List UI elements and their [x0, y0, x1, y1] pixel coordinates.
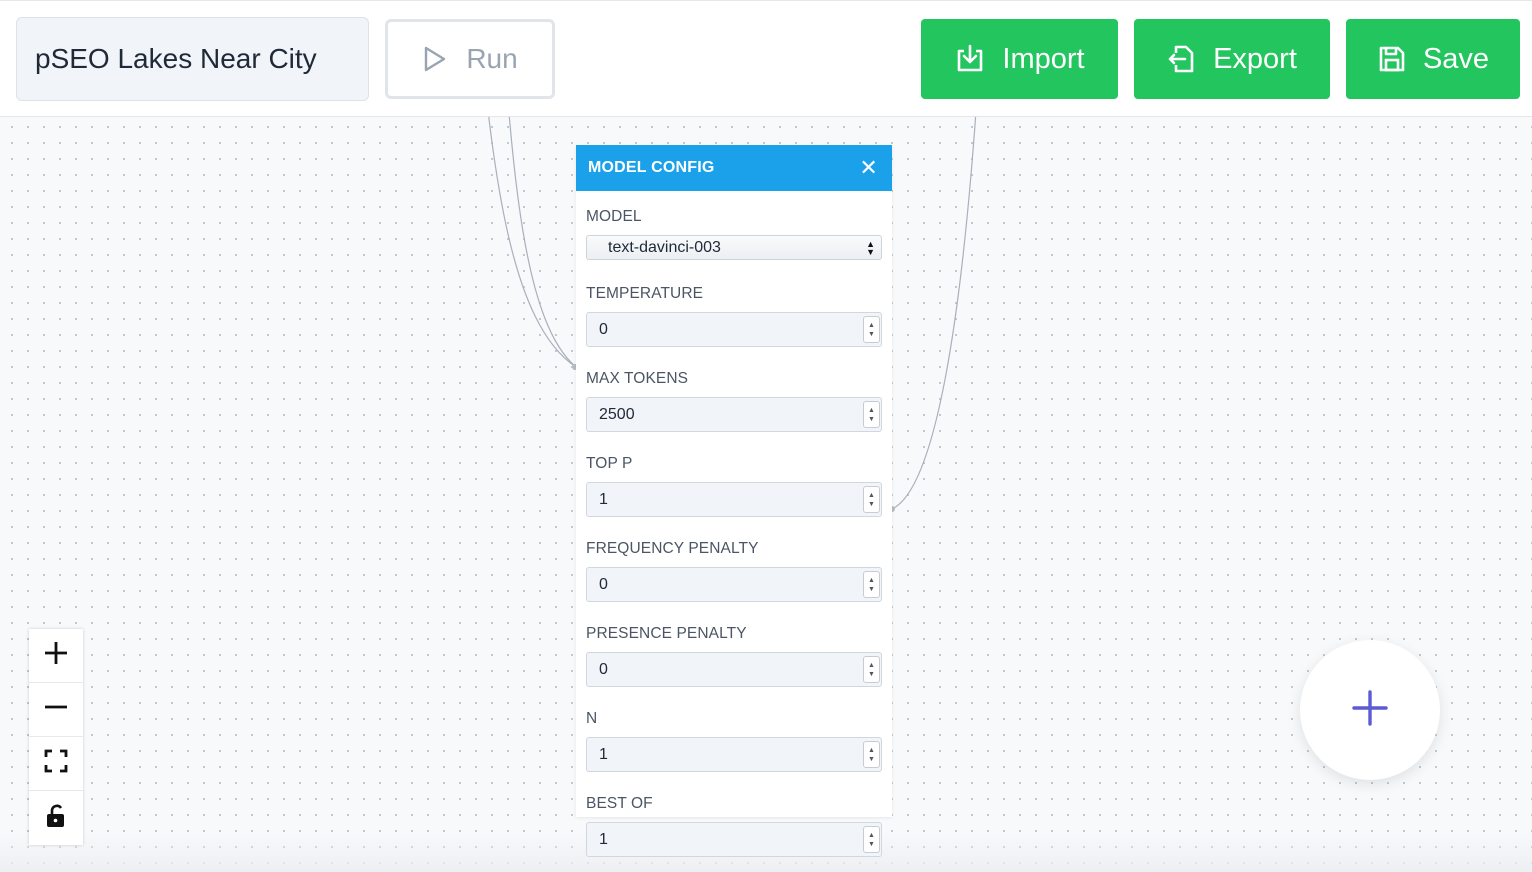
export-label: Export — [1213, 42, 1297, 75]
panel-title: MODEL CONFIG — [588, 159, 715, 176]
zoom-out-button[interactable] — [29, 683, 83, 737]
flow-title-field[interactable]: pSEO Lakes Near City — [16, 17, 369, 101]
best-of-input[interactable]: 1 ▲ ▼ — [586, 822, 882, 857]
import-button[interactable]: Import — [921, 19, 1118, 99]
play-icon — [422, 45, 448, 73]
panel-header[interactable]: MODEL CONFIG ✕ — [576, 145, 892, 191]
model-value: text-davinci-003 — [608, 238, 721, 256]
save-label: Save — [1422, 42, 1490, 75]
import-icon — [954, 44, 986, 74]
n-value: 1 — [599, 745, 608, 763]
presence-penalty-label: PRESENCE PENALTY — [586, 625, 747, 642]
frequency-penalty-label: FREQUENCY PENALTY — [586, 540, 759, 557]
run-label: Run — [466, 43, 518, 74]
frequency-penalty-input[interactable]: 0 ▲ ▼ — [586, 567, 882, 602]
model-config-node[interactable]: MODEL CONFIG ✕ MODEL text-davinci-003 ▲ ▼… — [576, 145, 892, 857]
save-button[interactable]: Save — [1346, 19, 1520, 99]
max-tokens-value: 2500 — [599, 405, 635, 423]
select-arrows-icon: ▲ ▼ — [866, 238, 875, 257]
export-button[interactable]: Export — [1134, 19, 1330, 99]
stepper-icon[interactable]: ▲ ▼ — [863, 401, 880, 428]
stepper-icon[interactable]: ▲ ▼ — [863, 826, 880, 853]
import-label: Import — [1002, 42, 1085, 75]
best-of-value: 1 — [599, 830, 608, 848]
fit-view-button[interactable] — [29, 737, 83, 791]
close-icon[interactable]: ✕ — [859, 157, 878, 179]
minus-icon — [43, 694, 69, 725]
max-tokens-label: MAX TOKENS — [586, 370, 689, 387]
run-button[interactable]: Run — [385, 19, 555, 99]
best-of-label: BEST OF — [586, 795, 653, 812]
temperature-value: 0 — [599, 320, 608, 338]
lock-button[interactable] — [29, 791, 83, 845]
export-icon — [1167, 43, 1197, 75]
presence-penalty-input[interactable]: 0 ▲ ▼ — [586, 652, 882, 687]
frequency-penalty-value: 0 — [599, 575, 608, 593]
model-label: MODEL — [586, 208, 642, 225]
max-tokens-input[interactable]: 2500 ▲ ▼ — [586, 397, 882, 432]
n-input[interactable]: 1 ▲ ▼ — [586, 737, 882, 772]
presence-penalty-value: 0 — [599, 660, 608, 678]
unlock-icon — [44, 803, 68, 834]
top-p-input[interactable]: 1 ▲ ▼ — [586, 482, 882, 517]
stepper-icon[interactable]: ▲ ▼ — [863, 656, 880, 683]
panel-body: MODEL text-davinci-003 ▲ ▼ TEMPERATURE 0 … — [576, 191, 892, 857]
n-label: N — [586, 710, 598, 727]
stepper-icon[interactable]: ▲ ▼ — [863, 486, 880, 513]
stepper-icon[interactable]: ▲ ▼ — [863, 316, 880, 343]
stepper-icon[interactable]: ▲ ▼ — [863, 741, 880, 768]
top-p-label: TOP P — [586, 455, 633, 472]
plus-icon — [43, 640, 69, 671]
flow-title: pSEO Lakes Near City — [35, 43, 317, 74]
temperature-label: TEMPERATURE — [586, 285, 704, 302]
model-select[interactable]: text-davinci-003 ▲ ▼ — [586, 235, 882, 260]
top-p-value: 1 — [599, 490, 608, 508]
plus-icon — [1352, 689, 1388, 731]
temperature-input[interactable]: 0 ▲ ▼ — [586, 312, 882, 347]
fit-view-icon — [43, 748, 69, 779]
stepper-icon[interactable]: ▲ ▼ — [863, 571, 880, 598]
top-toolbar: pSEO Lakes Near City Run Import Export S… — [0, 0, 1532, 117]
add-node-button[interactable] — [1300, 640, 1440, 780]
zoom-controls — [29, 629, 83, 845]
zoom-in-button[interactable] — [29, 629, 83, 683]
save-icon — [1377, 44, 1407, 74]
